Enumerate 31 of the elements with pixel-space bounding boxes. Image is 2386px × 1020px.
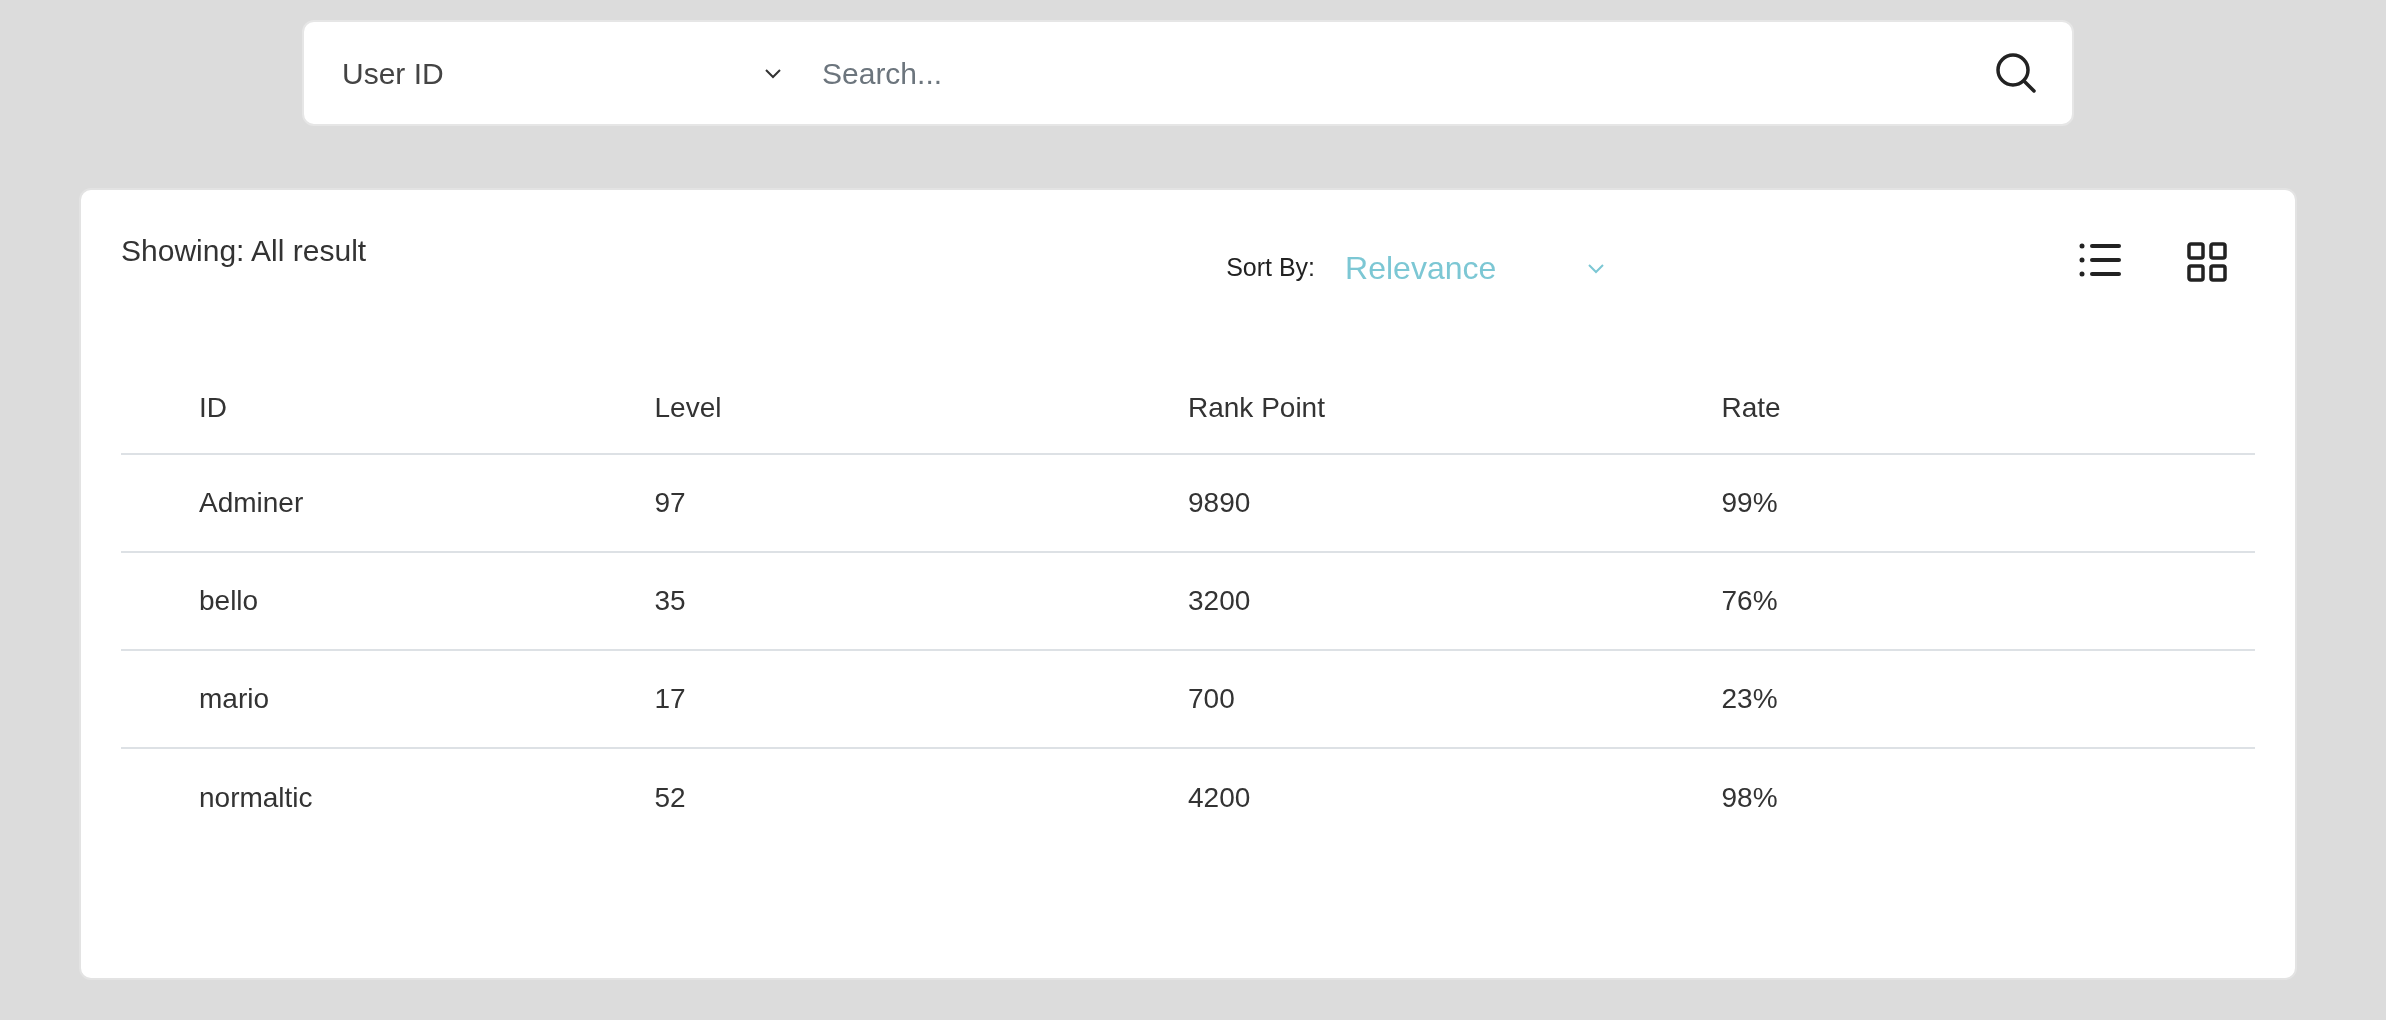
column-header: ID (121, 362, 655, 454)
chevron-down-icon (764, 67, 782, 79)
table-cell: 98% (1721, 748, 2255, 846)
list-icon (2079, 242, 2121, 278)
table-cell: 700 (1188, 650, 1722, 748)
results-summary: Showing: All result (121, 233, 367, 269)
search-icon (1994, 51, 2038, 95)
table-cell: 97 (654, 454, 1188, 552)
table-cell: 17 (654, 650, 1188, 748)
table-cell: bello (121, 552, 655, 650)
column-header: Level (654, 362, 1188, 454)
sort-label: Sort By: (1226, 252, 1316, 284)
chevron-down-icon (1587, 262, 1606, 274)
table-cell: 52 (654, 748, 1188, 846)
table-cell: 76% (1721, 552, 2255, 650)
table-cell: 35 (654, 552, 1188, 650)
table-cell: mario (121, 650, 655, 748)
table-cell: normaltic (121, 748, 655, 846)
column-header: Rate (1721, 362, 2255, 454)
table-cell: 4200 (1188, 748, 1722, 846)
table-cell: Adminer (121, 454, 655, 552)
filter-dropdown[interactable]: User ID (342, 50, 782, 96)
column-header: Rank Point (1188, 362, 1722, 454)
search-button[interactable] (1994, 51, 2038, 95)
search-field[interactable]: User ID Search... (302, 20, 2074, 126)
table-cell: 99% (1721, 454, 2255, 552)
table-cell: 3200 (1188, 552, 1722, 650)
table-cell: 9890 (1188, 454, 1722, 552)
grid-icon (2187, 242, 2227, 282)
grid-view-button[interactable] (2187, 242, 2227, 282)
table-cell: 23% (1721, 650, 2255, 748)
